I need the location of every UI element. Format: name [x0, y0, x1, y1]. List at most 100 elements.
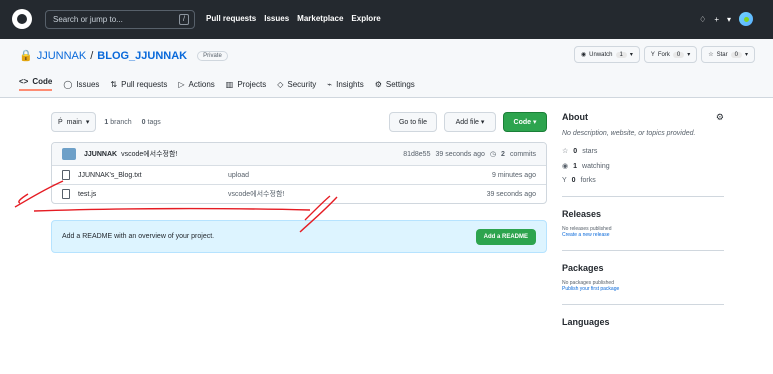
nav-marketplace[interactable]: Marketplace: [297, 14, 343, 23]
repository-separator: /: [90, 49, 94, 62]
branch-count: 1: [104, 118, 109, 126]
file-commit-time: 9 minutes ago: [492, 171, 536, 179]
commit-message[interactable]: vscode에서수정함!: [121, 149, 177, 159]
repository-title: 🔒 JJUNNAK / BLOG_JJUNNAK Private: [19, 49, 228, 62]
commit-meta: 81d8e55 39 seconds ago ◷ 2 commits: [403, 150, 536, 159]
branch-selector[interactable]: Ṕ main ▾: [51, 112, 97, 132]
readme-prompt: Add a README with an overview of your pr…: [51, 220, 547, 253]
search-placeholder: Search or jump to...: [53, 15, 123, 24]
file-list: JJUNNAK vscode에서수정함! 81d8e55 39 seconds …: [51, 142, 547, 204]
about-title: About: [562, 112, 588, 122]
table-icon: ▥: [225, 79, 234, 89]
file-name[interactable]: JJUNNAK's_Blog.txt: [78, 172, 228, 179]
table-row[interactable]: test.js vscode에서수정함! 39 seconds ago: [52, 184, 546, 203]
tab-actions-label: Actions: [188, 79, 215, 89]
packages-heading[interactable]: Packages: [562, 263, 724, 273]
add-readme-button[interactable]: Add a README: [475, 228, 536, 245]
add-file-chevron-down-icon: ▾: [480, 119, 485, 126]
nav-explore[interactable]: Explore: [351, 14, 380, 23]
github-logo-icon[interactable]: [12, 9, 32, 29]
repository-header: 🔒 JJUNNAK / BLOG_JJUNNAK Private ◉ Unwat…: [0, 39, 773, 98]
branches-label: branch: [110, 118, 132, 126]
tab-code[interactable]: <> Code: [19, 77, 53, 91]
commit-time: 39 seconds ago: [435, 150, 485, 158]
repository-name-link[interactable]: BLOG_JJUNNAK: [97, 50, 187, 62]
file-commit-message[interactable]: vscode에서수정함!: [228, 189, 456, 199]
file-commit-time: 39 seconds ago: [486, 190, 536, 198]
tab-code-label: Code: [32, 77, 53, 86]
header-actions: ♢ + ▾: [699, 12, 753, 26]
tab-security[interactable]: ◇ Security: [277, 77, 316, 91]
watch-count: 1: [615, 51, 627, 58]
about-description: No description, website, or topics provi…: [562, 130, 696, 137]
sidebar-divider: [562, 250, 724, 251]
code-chevron-down-icon: ▾: [532, 119, 537, 126]
tab-insights[interactable]: ⌁ Insights: [327, 77, 363, 91]
code-button[interactable]: Code ▾: [503, 112, 547, 132]
tab-projects-label: Projects: [237, 79, 267, 89]
tab-insights-label: Insights: [336, 79, 364, 89]
top-navigation-bar: Search or jump to... / Pull requests Iss…: [0, 0, 773, 39]
global-nav: Pull requests Issues Marketplace Explore: [206, 14, 381, 23]
fork-button[interactable]: Y Fork 0 ▾: [643, 46, 698, 63]
file-name[interactable]: test.js: [78, 191, 228, 198]
languages-heading: Languages: [562, 317, 610, 327]
play-icon: ▷: [178, 79, 185, 89]
graph-icon: ⌁: [327, 79, 333, 89]
repository-actions: ◉ Unwatch 1 ▾ Y Fork 0 ▾ ☆ Star 0 ▾: [573, 46, 755, 63]
watch-chevron-down-icon: ▾: [629, 52, 633, 58]
commit-author[interactable]: JJUNNAK: [84, 151, 117, 158]
branch-tag-meta: 1 branch 0 tags: [104, 119, 160, 126]
commits-count[interactable]: 2: [501, 151, 505, 158]
releases-heading[interactable]: Releases: [562, 209, 724, 219]
readme-prompt-text: Add a README with an overview of your pr…: [62, 233, 215, 240]
commit-hash[interactable]: 81d8e55: [403, 151, 430, 158]
tab-security-label: Security: [287, 79, 317, 89]
star-button[interactable]: ☆ Star 0 ▾: [701, 46, 755, 63]
annotation-underline: [33, 207, 311, 212]
tag-count: 0: [141, 118, 146, 126]
go-to-file-button[interactable]: Go to file: [389, 112, 437, 132]
search-input[interactable]: Search or jump to... /: [45, 10, 195, 29]
create-chevron-down-icon[interactable]: ▾: [727, 15, 731, 24]
tab-pull-requests[interactable]: ⇅ Pull requests: [110, 77, 167, 91]
star-chevron-down-icon: ▾: [744, 52, 748, 58]
avatar[interactable]: [739, 12, 753, 26]
history-icon: ◷: [489, 151, 497, 158]
annotation-stroke-left-1: [18, 193, 29, 204]
about-settings-gear-icon[interactable]: ⚙: [716, 112, 724, 123]
tab-actions[interactable]: ▷ Actions: [178, 77, 214, 91]
tab-projects[interactable]: ▥ Projects: [226, 77, 266, 91]
repository-owner-link[interactable]: JJUNNAK: [37, 50, 87, 62]
nav-issues[interactable]: Issues: [264, 14, 289, 23]
tab-issues[interactable]: ◯ Issues: [63, 77, 99, 91]
create-release-link[interactable]: Create a new release: [562, 232, 724, 238]
latest-commit-bar: JJUNNAK vscode에서수정함! 81d8e55 39 seconds …: [52, 143, 546, 165]
commits-label[interactable]: commits: [510, 151, 536, 158]
branches-link[interactable]: 1 branch: [104, 119, 131, 126]
nav-pull-requests[interactable]: Pull requests: [206, 14, 256, 23]
tags-link[interactable]: 0 tags: [142, 119, 161, 126]
publish-package-link[interactable]: Publish your first package: [562, 286, 724, 292]
watching-stat[interactable]: ◉ 1 watching: [562, 162, 724, 171]
fork-label: Fork: [657, 51, 670, 58]
author-avatar[interactable]: [62, 148, 76, 160]
tab-issues-label: Issues: [76, 79, 100, 89]
add-file-button[interactable]: Add file ▾: [444, 112, 496, 132]
pull-request-icon: ⇅: [110, 79, 118, 89]
create-new-plus-icon[interactable]: +: [714, 15, 719, 24]
watching-label: watching: [582, 162, 610, 170]
slash-shortcut-icon: /: [179, 14, 189, 25]
watching-count: 1: [573, 162, 578, 170]
file-commit-message[interactable]: upload: [228, 172, 456, 179]
tab-settings-label: Settings: [385, 79, 415, 89]
star-label: Star: [716, 51, 728, 58]
table-row[interactable]: JJUNNAK's_Blog.txt upload 9 minutes ago: [52, 165, 546, 184]
tab-settings[interactable]: ⚙ Settings: [375, 77, 415, 91]
forks-label: forks: [580, 177, 596, 184]
forks-stat[interactable]: Y 0 forks: [562, 177, 724, 184]
unwatch-button[interactable]: ◉ Unwatch 1 ▾: [573, 46, 640, 63]
notification-bell-icon[interactable]: ♢: [699, 15, 706, 24]
repository-tabs: <> Code ◯ Issues ⇅ Pull requests ▷ Actions ▥…: [19, 77, 415, 91]
stars-stat[interactable]: ☆ 0 stars: [562, 147, 724, 156]
